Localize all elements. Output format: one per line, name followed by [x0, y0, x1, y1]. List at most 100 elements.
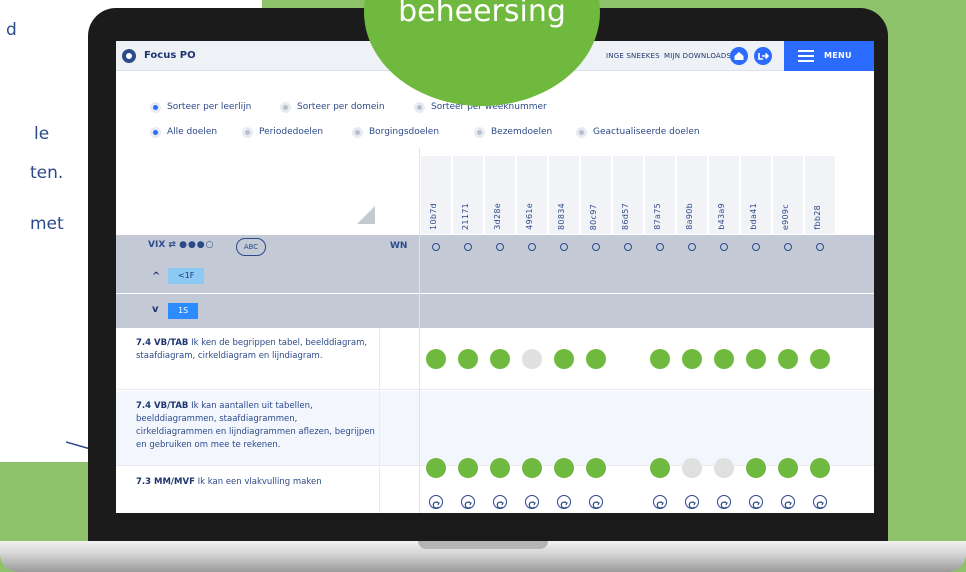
- retry-icon[interactable]: [749, 495, 763, 509]
- chevron-down-icon[interactable]: v: [152, 304, 159, 315]
- badge-text: beheersing: [398, 0, 566, 29]
- filter-periodedoelen[interactable]: Periodedoelen: [242, 125, 323, 139]
- goal-achieved-dot[interactable]: [714, 349, 734, 369]
- abc-button[interactable]: ABC: [236, 238, 266, 256]
- goal-not-achieved-dot[interactable]: [682, 458, 702, 478]
- goal-not-achieved-dot[interactable]: [522, 349, 542, 369]
- filter-geactualiseerde-doelen[interactable]: Geactualiseerde doelen: [576, 125, 700, 139]
- goal-achieved-dot[interactable]: [650, 458, 670, 478]
- chevron-up-icon[interactable]: ^: [152, 271, 160, 282]
- sort-option-label: Sorteer per domein: [297, 102, 385, 112]
- goal-achieved-dot[interactable]: [746, 458, 766, 478]
- retry-icon[interactable]: [429, 495, 443, 509]
- goal-achieved-dot[interactable]: [458, 458, 478, 478]
- retry-icon[interactable]: [557, 495, 571, 509]
- row-divider: [379, 467, 380, 513]
- focus-logo-icon[interactable]: [122, 49, 136, 63]
- goal-achieved-dot[interactable]: [490, 458, 510, 478]
- goal-not-achieved-dot[interactable]: [714, 458, 734, 478]
- goal-achieved-dot[interactable]: [778, 349, 798, 369]
- student-id: 80c97: [589, 203, 598, 230]
- filter-label: Borgingsdoelen: [369, 127, 440, 137]
- retry-icon[interactable]: [653, 495, 667, 509]
- retry-icon[interactable]: [685, 495, 699, 509]
- goal-achieved-dot[interactable]: [522, 458, 542, 478]
- laptop-notch: [418, 541, 548, 549]
- vix-indicator[interactable]: VIX ⇄ ●●●○: [148, 240, 215, 250]
- left-text-fragment: le: [34, 124, 50, 144]
- filter-label: Geactualiseerde doelen: [593, 127, 700, 137]
- goal-achieved-dot[interactable]: [554, 458, 574, 478]
- wn-label: WN: [390, 241, 408, 251]
- goal-achieved-dot[interactable]: [426, 458, 446, 478]
- header-status-circle: [496, 243, 504, 251]
- student-column-header[interactable]: 80c97: [581, 156, 611, 234]
- goal-achieved-dot[interactable]: [586, 349, 606, 369]
- goal-achieved-dot[interactable]: [810, 458, 830, 478]
- goal-achieved-dot[interactable]: [810, 349, 830, 369]
- student-column-header[interactable]: 8a90b: [677, 156, 707, 234]
- student-column-header[interactable]: fbb28: [805, 156, 835, 234]
- menu-button[interactable]: MENU: [784, 41, 874, 71]
- student-column-header[interactable]: 3d28e: [485, 156, 515, 234]
- retry-icon[interactable]: [813, 495, 827, 509]
- retry-icon[interactable]: [493, 495, 507, 509]
- goal-text[interactable]: 7.3 MM/MVF Ik kan een vlakvulling maken: [136, 476, 376, 489]
- goal-text[interactable]: 7.4 VB/TAB Ik kan aantallen uit tabellen…: [136, 400, 376, 452]
- level-row-1f[interactable]: ^ <1F: [116, 259, 874, 293]
- filter-alle-doelen[interactable]: Alle doelen: [150, 125, 217, 139]
- user-name-link[interactable]: INGE SNEEKES: [606, 52, 660, 60]
- goal-achieved-dot[interactable]: [554, 349, 574, 369]
- filter-borgingsdoelen[interactable]: Borgingsdoelen: [352, 125, 439, 139]
- goal-text[interactable]: 7.4 VB/TAB Ik ken de begrippen tabel, be…: [136, 337, 376, 363]
- retry-icon[interactable]: [781, 495, 795, 509]
- level-row-1s[interactable]: v 1S: [116, 294, 874, 328]
- student-id: 3d28e: [493, 203, 502, 230]
- goal-achieved-dot[interactable]: [682, 349, 702, 369]
- student-column-header[interactable]: 10b7d: [421, 156, 451, 234]
- logout-button[interactable]: [754, 47, 772, 65]
- header-status-circle: [720, 243, 728, 251]
- goal-description: Ik kan een vlakvulling maken: [194, 477, 322, 487]
- student-column-header[interactable]: 86d57: [613, 156, 643, 234]
- header-status-circle: [656, 243, 664, 251]
- stage: d le ten. met Focus PO INGE SNEEKES MIJN…: [0, 0, 966, 572]
- student-column-header[interactable]: 21171: [453, 156, 483, 234]
- goal-achieved-dot[interactable]: [586, 458, 606, 478]
- home-button[interactable]: [730, 47, 748, 65]
- sort-option-leerlijn[interactable]: Sorteer per leerlijn: [150, 100, 251, 114]
- logout-icon: [758, 52, 770, 60]
- header-row: [116, 235, 874, 259]
- student-id: 10b7d: [429, 203, 438, 230]
- student-column-header[interactable]: b43a9: [709, 156, 739, 234]
- student-column-header[interactable]: bda41: [741, 156, 771, 234]
- goal-achieved-dot[interactable]: [746, 349, 766, 369]
- goal-achieved-dot[interactable]: [778, 458, 798, 478]
- radio-dot: [150, 126, 161, 138]
- student-id: 86d57: [621, 203, 630, 230]
- background-green-right: [878, 0, 966, 572]
- retry-icon[interactable]: [461, 495, 475, 509]
- my-downloads-link[interactable]: MIJN DOWNLOADS: [664, 52, 731, 60]
- retry-icon[interactable]: [525, 495, 539, 509]
- goal-code: 7.3 MM/MVF: [136, 477, 195, 487]
- header-status-circle: [624, 243, 632, 251]
- goal-achieved-dot[interactable]: [650, 349, 670, 369]
- student-id: 21171: [461, 203, 470, 230]
- retry-icon[interactable]: [589, 495, 603, 509]
- goal-achieved-dot[interactable]: [426, 349, 446, 369]
- goal-achieved-dot[interactable]: [490, 349, 510, 369]
- student-column-header[interactable]: 80834: [549, 156, 579, 234]
- student-column-header[interactable]: 4961e: [517, 156, 547, 234]
- header-status-circle: [816, 243, 824, 251]
- student-column-header[interactable]: 87a75: [645, 156, 675, 234]
- sort-option-domein[interactable]: Sorteer per domein: [280, 100, 385, 114]
- filter-bezemdoelen[interactable]: Bezemdoelen: [474, 125, 552, 139]
- filter-label: Bezemdoelen: [491, 127, 553, 137]
- app-title[interactable]: Focus PO: [144, 50, 196, 61]
- student-column-header[interactable]: e909c: [773, 156, 803, 234]
- corner-triangle: [357, 206, 375, 224]
- app-screen: Focus PO INGE SNEEKES MIJN DOWNLOADS MEN…: [116, 41, 874, 513]
- goal-achieved-dot[interactable]: [458, 349, 478, 369]
- retry-icon[interactable]: [717, 495, 731, 509]
